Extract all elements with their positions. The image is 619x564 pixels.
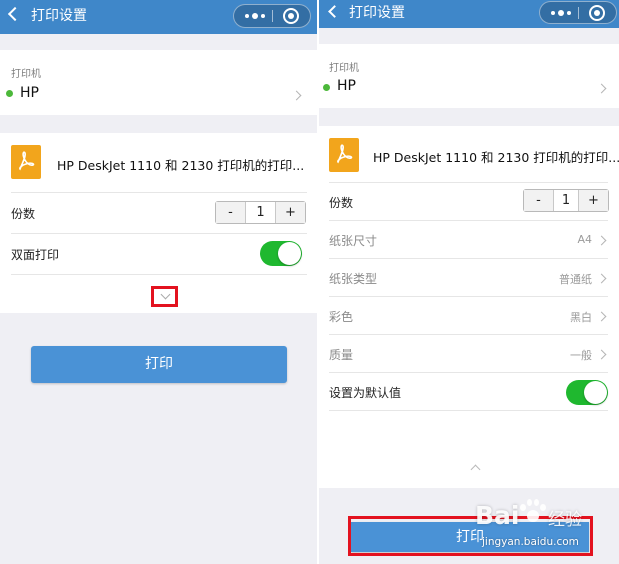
- color-value: 黑白: [570, 311, 592, 324]
- quality-row[interactable]: 质量 一般: [329, 334, 608, 372]
- quality-label: 质量: [329, 348, 354, 362]
- document-title: HP DeskJet 1110 和 2130 打印机的打印...: [57, 158, 305, 173]
- decrement-button[interactable]: -: [524, 190, 553, 211]
- copies-stepper: - 1 +: [523, 189, 609, 212]
- paw-icon: [518, 497, 546, 527]
- copies-stepper: - 1 +: [215, 201, 306, 224]
- copies-label: 份数: [11, 207, 36, 221]
- chevron-right-icon: [596, 311, 607, 322]
- printer-section-label: 打印机: [11, 69, 41, 80]
- chevron-right-icon: [596, 273, 607, 284]
- chevron-left-icon[interactable]: [328, 5, 341, 18]
- chevron-down-icon: [160, 289, 171, 300]
- watermark-brand: Bai: [475, 501, 520, 530]
- increment-button[interactable]: +: [579, 190, 608, 211]
- status-online-icon: [323, 84, 330, 91]
- chevron-left-icon[interactable]: [7, 6, 23, 22]
- status-online-icon: [6, 90, 13, 97]
- increment-button[interactable]: +: [276, 202, 305, 223]
- paper-type-label: 纸张类型: [329, 272, 378, 286]
- document-title: HP DeskJet 1110 和 2130 打印机的打印...: [373, 150, 619, 165]
- more-dots-icon[interactable]: [549, 5, 573, 21]
- color-label: 彩色: [329, 310, 354, 324]
- chevron-right-icon: [596, 235, 607, 246]
- toggle-knob: [278, 242, 301, 265]
- navigation-bar: 打印设置: [319, 0, 619, 28]
- chevron-right-icon: [596, 83, 607, 94]
- chevron-right-icon: [596, 349, 607, 360]
- navigation-bar: 打印设置: [0, 0, 317, 34]
- row-divider: [11, 274, 307, 275]
- print-options-card: HP DeskJet 1110 和 2130 打印机的打印... 份数 - 1 …: [319, 126, 619, 488]
- page-title: 打印设置: [31, 8, 87, 24]
- row-divider: [329, 410, 608, 411]
- paper-size-label: 纸张尺寸: [329, 234, 378, 248]
- paper-type-row[interactable]: 纸张类型 普通纸: [329, 258, 608, 296]
- toggle-knob: [584, 381, 607, 404]
- page-title: 打印设置: [349, 5, 405, 21]
- duplex-toggle[interactable]: [260, 241, 302, 266]
- print-button[interactable]: 打印: [31, 346, 287, 383]
- watermark: Bai 经验 jingyan.baidu.com: [470, 495, 619, 560]
- duplex-row: 双面打印: [11, 233, 307, 274]
- quality-value: 一般: [570, 349, 592, 362]
- printer-name: HP: [20, 85, 39, 101]
- capsule-divider: [272, 10, 273, 22]
- set-default-toggle[interactable]: [566, 380, 608, 405]
- copies-row: 份数 - 1 +: [329, 182, 609, 220]
- copies-value[interactable]: 1: [553, 190, 579, 211]
- watermark-url: jingyan.baidu.com: [482, 536, 579, 548]
- capsule-divider: [578, 7, 579, 19]
- menu-capsule: [233, 4, 311, 28]
- chevron-up-icon[interactable]: [470, 464, 481, 475]
- menu-capsule: [539, 1, 617, 24]
- chevron-right-icon: [291, 90, 302, 101]
- copies-label: 份数: [329, 196, 354, 210]
- printer-section-label: 打印机: [329, 63, 359, 74]
- paper-size-row[interactable]: 纸张尺寸 A4: [329, 220, 608, 258]
- target-circle-icon[interactable]: [283, 8, 299, 24]
- expand-options-button[interactable]: [151, 286, 178, 307]
- print-settings-panel-expanded: 打印设置 打印机 HP HP DeskJet 1110 和 2130 打印机的打…: [319, 0, 619, 564]
- paper-size-value: A4: [577, 233, 592, 246]
- copies-row: 份数 - 1 +: [11, 192, 307, 233]
- printer-selector[interactable]: 打印机 HP: [0, 50, 317, 115]
- pdf-icon: [11, 145, 41, 179]
- paper-type-value: 普通纸: [559, 273, 592, 286]
- duplex-label: 双面打印: [11, 248, 60, 262]
- printer-selector[interactable]: 打印机 HP: [319, 44, 619, 108]
- color-row[interactable]: 彩色 黑白: [329, 296, 608, 334]
- watermark-brand-cn: 经验: [548, 510, 582, 530]
- decrement-button[interactable]: -: [216, 202, 245, 223]
- more-dots-icon[interactable]: [243, 8, 267, 24]
- copies-value[interactable]: 1: [245, 202, 276, 223]
- pdf-icon: [329, 138, 359, 172]
- target-circle-icon[interactable]: [589, 5, 605, 21]
- print-settings-panel-collapsed: 打印设置 打印机 HP HP DeskJet 1110 和 2130 打印机的打…: [0, 0, 317, 564]
- set-default-label: 设置为默认值: [329, 386, 402, 400]
- set-default-row: 设置为默认值: [329, 372, 608, 410]
- printer-name: HP: [337, 78, 356, 94]
